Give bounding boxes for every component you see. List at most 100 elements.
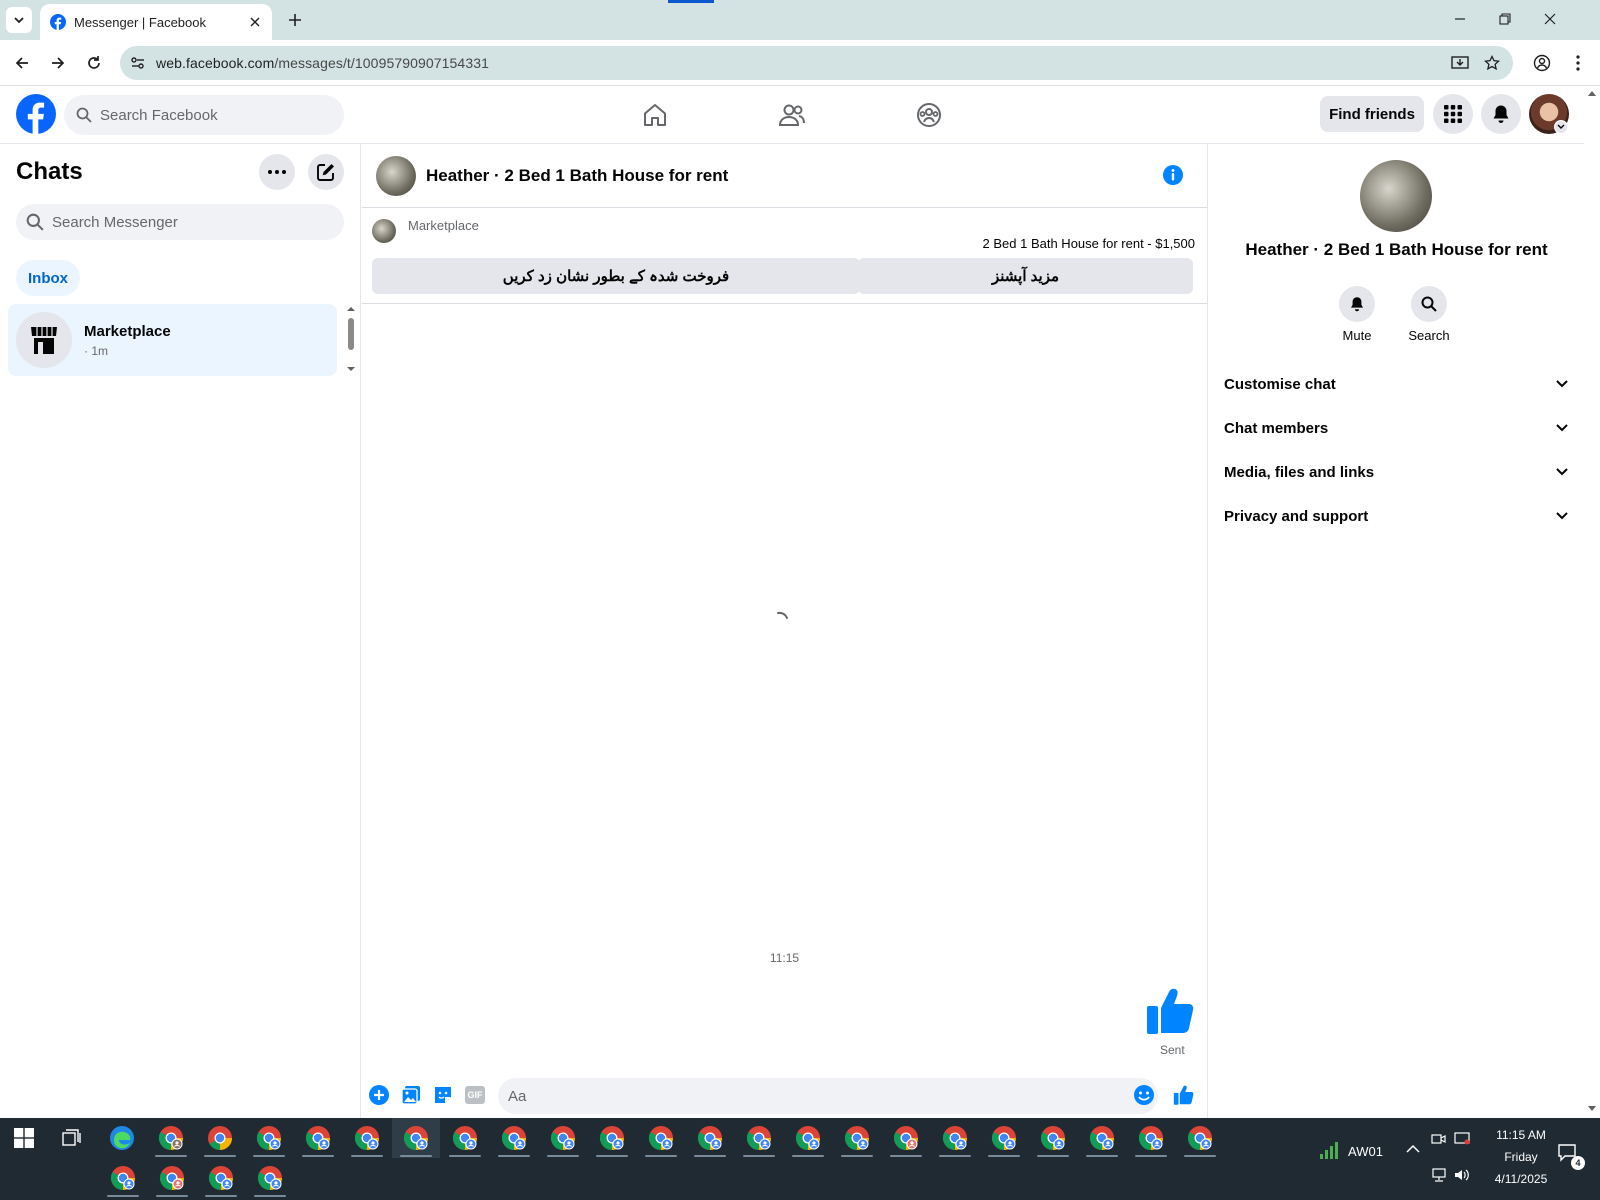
- profile-button[interactable]: [1528, 49, 1556, 77]
- emoji-button[interactable]: [1132, 1083, 1156, 1107]
- taskbar-chrome-window[interactable]: [99, 1158, 147, 1198]
- taskbar-chrome-window[interactable]: [294, 1118, 342, 1158]
- home-nav-button[interactable]: [635, 95, 675, 135]
- more-options-button[interactable]: مزید آپشنز: [858, 258, 1193, 294]
- accordion-customise-chat[interactable]: Customise chat: [1216, 364, 1576, 404]
- accordion-chat-members[interactable]: Chat members: [1216, 408, 1576, 448]
- chat-options-button[interactable]: [259, 154, 295, 190]
- messenger-search-input[interactable]: [52, 213, 312, 231]
- chat-item-name: Marketplace: [84, 322, 171, 340]
- chat-list-scrollbar[interactable]: [345, 304, 357, 374]
- volume-icon[interactable]: [1454, 1168, 1470, 1182]
- listing-title[interactable]: 2 Bed 1 Bath House for rent - $1,500: [983, 236, 1195, 251]
- message-input[interactable]: [498, 1078, 1158, 1114]
- taskbar-chrome-window[interactable]: [148, 1158, 196, 1198]
- address-bar[interactable]: web.facebook.com/messages/t/100957909071…: [120, 46, 1513, 80]
- taskbar-clock-time[interactable]: 11:15 AM: [1486, 1128, 1556, 1142]
- taskbar-chrome-window[interactable]: [1176, 1118, 1224, 1158]
- taskbar-chrome-window[interactable]: [637, 1118, 685, 1158]
- tab-search-button[interactable]: [6, 7, 32, 33]
- taskbar-chrome-window[interactable]: [833, 1118, 881, 1158]
- send-like-button[interactable]: [1172, 1083, 1196, 1107]
- mark-as-sold-button[interactable]: فروخت شدہ کے بطور نشان زد کریں: [372, 258, 860, 294]
- browser-menu-button[interactable]: [1564, 49, 1592, 77]
- site-settings-icon[interactable]: [130, 55, 146, 71]
- forward-button[interactable]: [44, 49, 72, 77]
- accordion-media-files-links[interactable]: Media, files and links: [1216, 452, 1576, 492]
- taskbar-chrome-window[interactable]: [784, 1118, 832, 1158]
- chat-list-item[interactable]: Marketplace · 1m: [8, 304, 337, 376]
- taskbar-chrome-window[interactable]: [343, 1118, 391, 1158]
- minimize-button[interactable]: [1442, 6, 1478, 32]
- close-window-button[interactable]: [1532, 6, 1568, 32]
- find-friends-button[interactable]: Find friends: [1320, 96, 1424, 132]
- taskbar-chrome-window[interactable]: [539, 1118, 587, 1158]
- url-path: /messages/t/10095790907154331: [274, 55, 489, 71]
- ethernet-icon[interactable]: [1431, 1168, 1447, 1182]
- bookmark-button[interactable]: [1478, 49, 1506, 77]
- taskbar-chrome-window[interactable]: [735, 1118, 783, 1158]
- taskbar-chrome-window[interactable]: [1078, 1118, 1126, 1158]
- close-tab-icon[interactable]: [250, 17, 260, 27]
- groups-nav-button[interactable]: [909, 95, 949, 135]
- tab-inbox[interactable]: Inbox: [16, 260, 80, 296]
- gif-button[interactable]: GIF: [463, 1083, 487, 1107]
- taskbar-chrome-window[interactable]: [882, 1118, 930, 1158]
- new-tab-button[interactable]: [283, 8, 307, 32]
- taskbar-chrome-window[interactable]: [147, 1118, 195, 1158]
- task-view-button[interactable]: [48, 1118, 96, 1158]
- restore-button[interactable]: [1487, 6, 1523, 32]
- taskbar-chrome-window[interactable]: [931, 1118, 979, 1158]
- sticker-button[interactable]: [431, 1083, 455, 1107]
- taskbar-chrome-window[interactable]: [490, 1118, 538, 1158]
- display-icon[interactable]: [1454, 1132, 1470, 1146]
- facebook-search-input[interactable]: [100, 106, 320, 124]
- taskbar-chrome-window[interactable]: [245, 1118, 293, 1158]
- message-text-field[interactable]: [508, 1087, 1108, 1105]
- reload-button[interactable]: [80, 49, 108, 77]
- install-app-button[interactable]: [1446, 49, 1474, 77]
- taskbar-chrome-window[interactable]: [246, 1158, 294, 1198]
- taskbar-edge[interactable]: [98, 1118, 146, 1158]
- taskbar-chrome-window[interactable]: [686, 1118, 734, 1158]
- taskbar-chrome-window[interactable]: [980, 1118, 1028, 1158]
- attach-photo-button[interactable]: [399, 1083, 423, 1107]
- start-button[interactable]: [0, 1118, 48, 1158]
- account-chevron-icon[interactable]: [1554, 120, 1568, 134]
- messenger-search[interactable]: [16, 204, 344, 240]
- more-actions-button[interactable]: [367, 1083, 391, 1107]
- chat-profile-photo[interactable]: [1360, 160, 1432, 232]
- conversation-avatar[interactable]: [376, 155, 416, 196]
- friends-nav-button[interactable]: [772, 95, 812, 135]
- taskbar-chrome-window[interactable]: [588, 1118, 636, 1158]
- taskbar-chrome-window[interactable]: [196, 1118, 244, 1158]
- notifications-button[interactable]: [1481, 94, 1521, 134]
- taskbar-chrome-window[interactable]: [441, 1118, 489, 1158]
- accordion-privacy-support[interactable]: Privacy and support: [1216, 496, 1576, 536]
- taskbar-chrome-window[interactable]: [1127, 1118, 1175, 1158]
- mute-action[interactable]: Mute: [1327, 286, 1387, 343]
- friends-icon: [778, 104, 805, 126]
- facebook-search[interactable]: [64, 95, 344, 135]
- new-message-button[interactable]: [308, 154, 344, 190]
- conversation-title[interactable]: Heather · 2 Bed 1 Bath House for rent: [426, 166, 728, 186]
- taskbar-chrome-window[interactable]: [1029, 1118, 1077, 1158]
- search-action[interactable]: Search: [1399, 286, 1459, 343]
- page-scrollbar[interactable]: [1584, 86, 1600, 1118]
- listing-thumbnail[interactable]: [372, 219, 396, 243]
- show-hidden-icons-icon[interactable]: [1406, 1144, 1420, 1154]
- network-name[interactable]: AW01: [1348, 1144, 1383, 1159]
- back-button[interactable]: [8, 49, 36, 77]
- like-message-icon[interactable]: [1145, 986, 1197, 1036]
- taskbar-clock-day[interactable]: Friday: [1486, 1150, 1556, 1164]
- menu-grid-button[interactable]: [1433, 94, 1473, 134]
- conversation-info-button[interactable]: [1162, 164, 1184, 186]
- chrome-icon: [697, 1126, 722, 1150]
- taskbar-clock-date[interactable]: 4/11/2025: [1486, 1172, 1556, 1186]
- browser-tab-messenger[interactable]: Messenger | Facebook: [40, 4, 272, 40]
- taskbar-chrome-window[interactable]: [392, 1118, 440, 1158]
- meet-now-icon[interactable]: [1431, 1132, 1447, 1146]
- facebook-logo-icon[interactable]: [16, 94, 56, 134]
- network-icon[interactable]: [1318, 1140, 1342, 1160]
- taskbar-chrome-window[interactable]: [197, 1158, 245, 1198]
